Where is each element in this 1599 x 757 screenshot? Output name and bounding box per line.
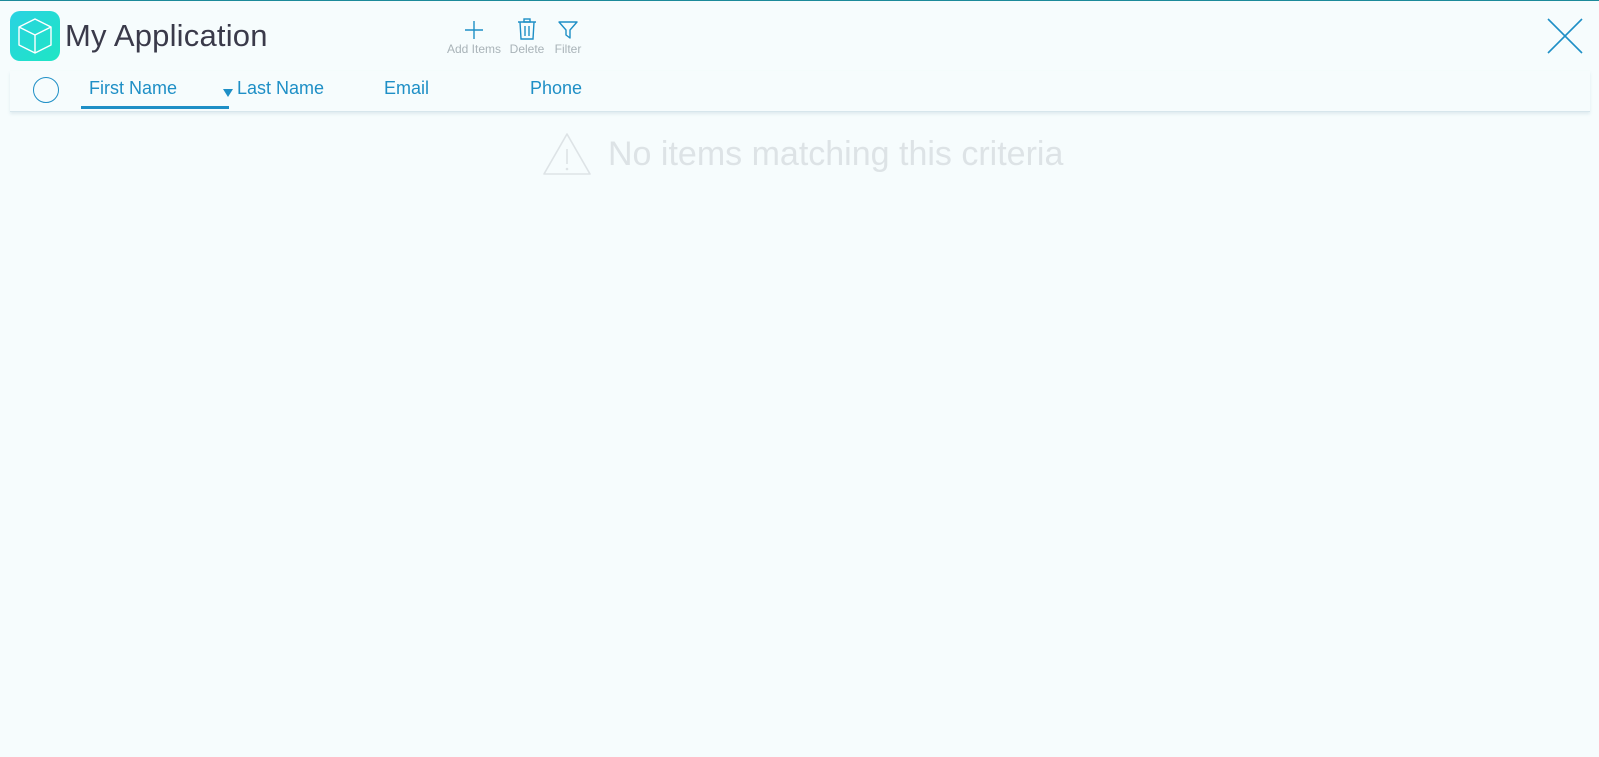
select-all-checkbox[interactable] [33, 77, 59, 103]
add-items-button[interactable]: Add Items [447, 13, 501, 57]
add-items-label: Add Items [446, 42, 502, 56]
close-button[interactable] [1546, 17, 1584, 55]
app-title: My Application [65, 18, 268, 53]
plus-icon [465, 21, 483, 39]
column-phone[interactable]: Phone [530, 71, 582, 109]
close-icon [1547, 18, 1583, 54]
column-email-label: Email [384, 78, 430, 98]
empty-state: No items matching this criteria [542, 131, 1063, 177]
cube-icon [18, 18, 52, 54]
toolbar: Add Items Delete Filter [447, 13, 583, 57]
filter-label: Filter [554, 42, 582, 56]
filter-button[interactable]: Filter [553, 13, 583, 57]
warning-icon [543, 133, 591, 175]
column-header-row: First Name Last Name Email Phone [10, 71, 1590, 112]
app-window: My Application Add Items Delete Filter F… [0, 0, 1599, 757]
sort-descending-icon[interactable] [223, 89, 233, 97]
trash-icon [518, 18, 536, 40]
app-logo [10, 11, 60, 61]
column-phone-label: Phone [530, 78, 583, 98]
filter-icon [558, 21, 578, 39]
app-header: My Application Add Items Delete Filter [0, 1, 1599, 65]
column-last-name-label: Last Name [237, 78, 325, 98]
column-first-name[interactable]: First Name [81, 71, 229, 109]
column-first-name-label: First Name [89, 78, 178, 98]
column-email[interactable]: Email [384, 71, 429, 109]
delete-button[interactable]: Delete [509, 13, 545, 57]
column-last-name[interactable]: Last Name [237, 71, 324, 109]
empty-state-message: No items matching this criteria [608, 135, 1064, 173]
delete-label: Delete [509, 42, 545, 56]
